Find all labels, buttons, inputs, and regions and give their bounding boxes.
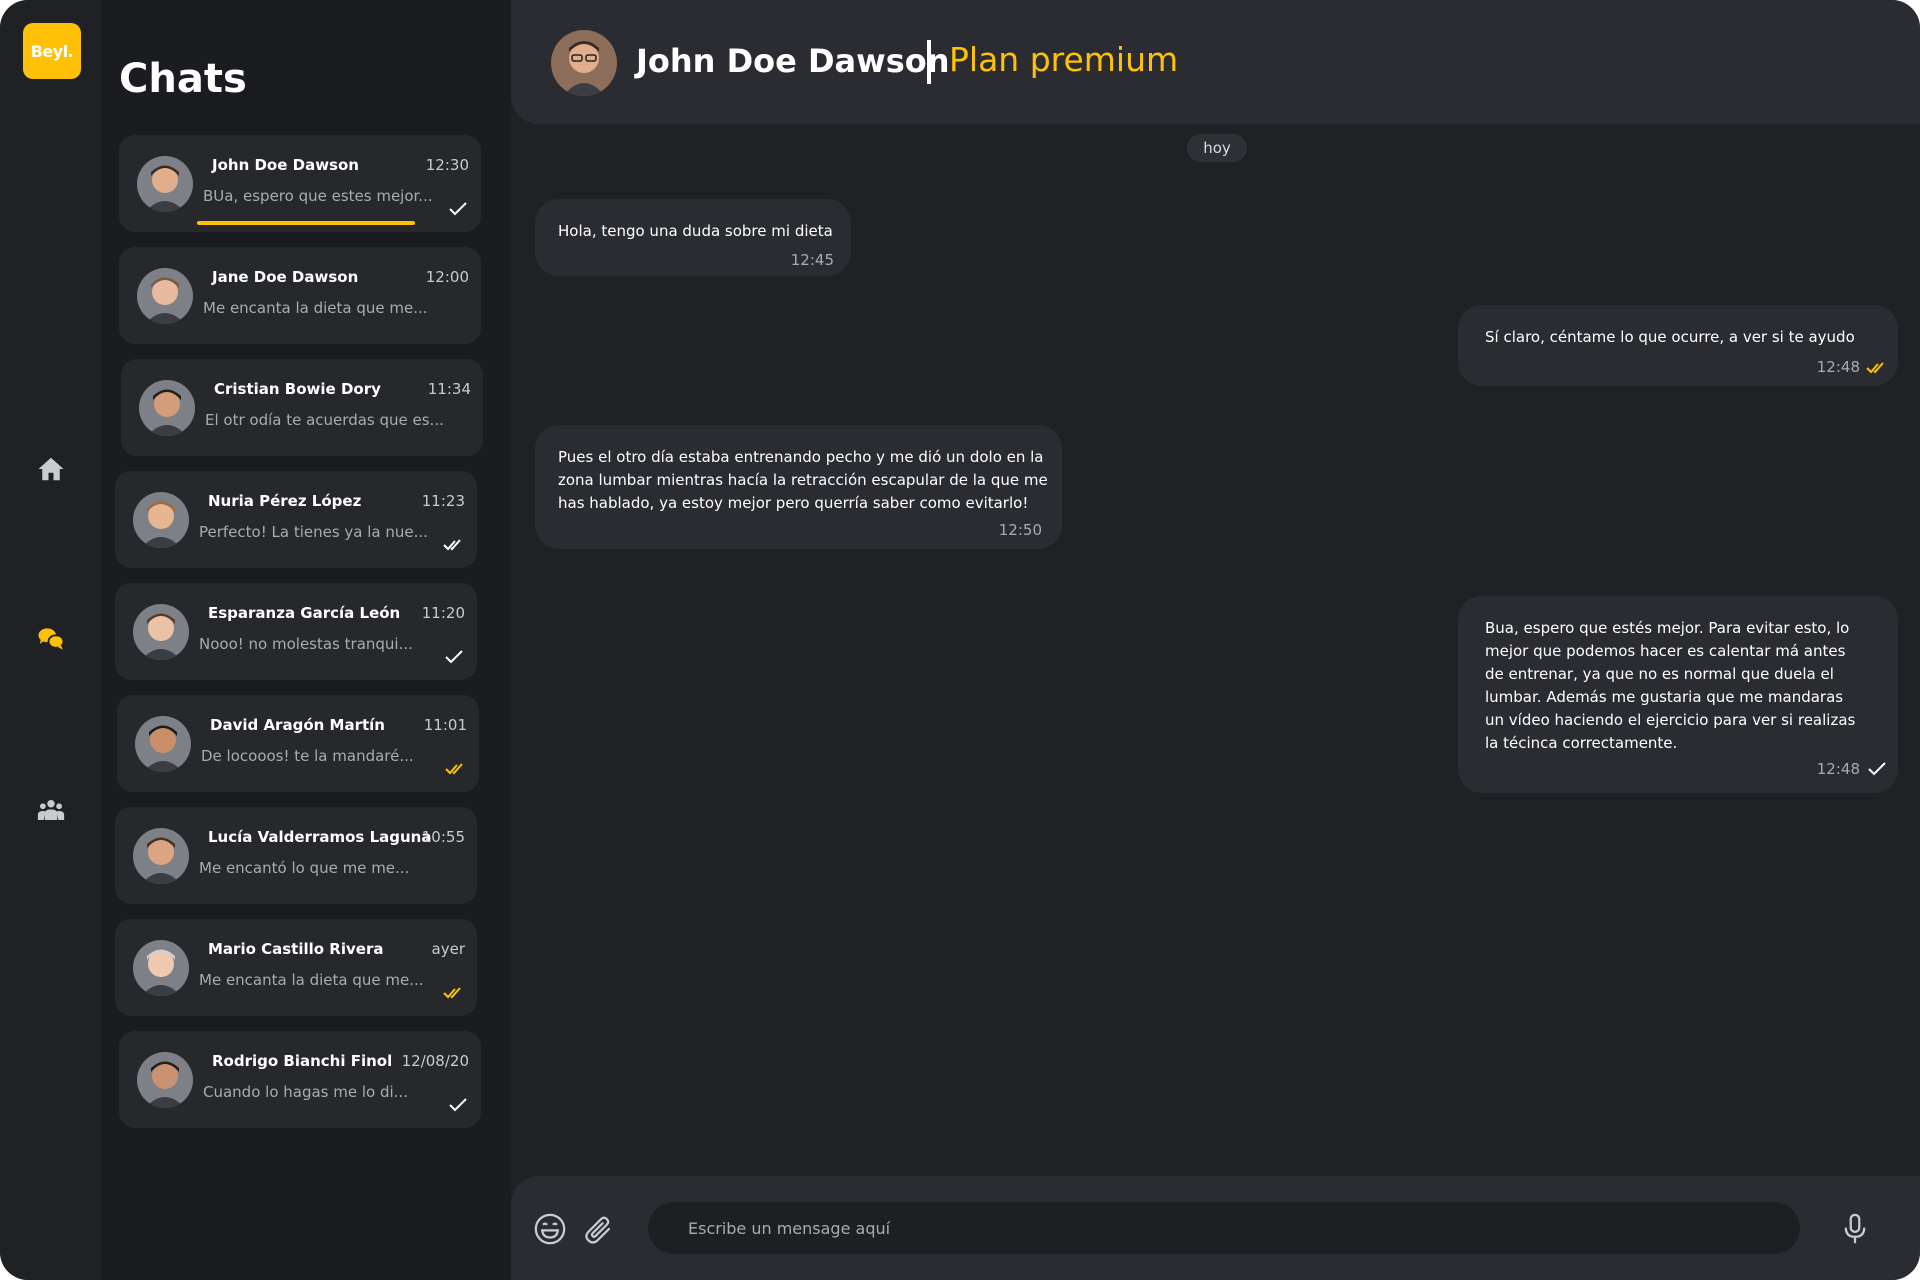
- sent-check-icon: [449, 202, 467, 216]
- chat-list-item[interactable]: Lucía Valderramos Laguna 10:55 Me encantó …: [115, 807, 477, 904]
- avatar: [133, 940, 189, 996]
- chat-contact-name: John Doe Dawson: [212, 156, 359, 174]
- chats-title: Chats: [119, 56, 247, 102]
- app-window: Beyl. Chats John Doe Dawson 12:30 BUa, e…: [0, 0, 1920, 1280]
- chat-time: 11:20: [421, 604, 465, 622]
- message-area: hoy Hola, tengo una duda sobre mi dieta …: [511, 124, 1920, 1176]
- microphone-icon[interactable]: [1838, 1212, 1872, 1246]
- message-text: Sí claro, céntame lo que ocurre, a ver s…: [1485, 328, 1855, 346]
- message-text: Bua, espero que estés mejor. Para evitar…: [1485, 619, 1856, 752]
- chat-preview: Perfecto! La tienes ya la nue...: [199, 523, 428, 541]
- chat-list-item[interactable]: Nuria Pérez López 11:23 Perfecto! La tiene…: [115, 471, 477, 568]
- day-separator: hoy: [1187, 134, 1247, 162]
- chat-preview: Cuando lo hagas me lo di...: [203, 1083, 408, 1101]
- read-double-check-icon: [445, 763, 463, 775]
- active-chat-indicator: [197, 221, 415, 225]
- chat-preview: Me encanta la dieta que me...: [199, 971, 424, 989]
- header-divider: [927, 40, 931, 84]
- avatar: [137, 268, 193, 324]
- chat-preview: Nooo! no molestas tranqui...: [199, 635, 413, 653]
- chat-contact-name: Mario Castillo Rivera: [208, 940, 384, 958]
- conversation-header: John Doe Dawson Plan premium: [511, 0, 1920, 124]
- nav-rail: Beyl.: [0, 0, 101, 1280]
- avatar: [137, 156, 193, 212]
- message-time: 12:48: [1816, 760, 1860, 778]
- message-time: 12:48: [1816, 358, 1860, 376]
- chat-preview: Me encantó lo que me me...: [199, 859, 410, 877]
- sent-check-icon: [1868, 762, 1886, 776]
- chat-preview: El otr odía te acuerdas que es...: [205, 411, 444, 429]
- read-double-check-icon: [1866, 362, 1884, 374]
- chat-time: 12:00: [425, 268, 469, 286]
- message-bubble-incoming: Pues el otro día estaba entrenando pecho…: [535, 425, 1062, 549]
- sent-check-icon: [449, 1098, 467, 1112]
- users-icon[interactable]: [34, 793, 68, 827]
- chat-preview: Me encanta la dieta que me...: [203, 299, 428, 317]
- avatar: [137, 1052, 193, 1108]
- avatar: [135, 716, 191, 772]
- message-text: Hola, tengo una duda sobre mi dieta: [558, 222, 833, 240]
- home-icon[interactable]: [34, 452, 68, 486]
- chat-time: 11:34: [427, 380, 471, 398]
- message-text: Pues el otro día estaba entrenando pecho…: [558, 448, 1048, 512]
- avatar: [139, 380, 195, 436]
- avatar: [133, 492, 189, 548]
- chat-list-item[interactable]: Esparanza García León 11:20 Nooo! no moles…: [115, 583, 477, 680]
- chat-list-item[interactable]: John Doe Dawson 12:30 BUa, espero que este…: [119, 135, 481, 232]
- contact-avatar[interactable]: [551, 30, 617, 96]
- avatar: [133, 828, 189, 884]
- avatar: [133, 604, 189, 660]
- chat-list-panel: Chats John Doe Dawson 12:30 BUa, espero qu…: [101, 0, 511, 1280]
- chat-icon[interactable]: [34, 622, 68, 656]
- app-logo[interactable]: Beyl.: [23, 23, 81, 79]
- chat-contact-name: Esparanza García León: [208, 604, 401, 622]
- chat-contact-name: Cristian Bowie Dory: [214, 380, 381, 398]
- paperclip-icon[interactable]: [582, 1212, 616, 1246]
- chat-contact-name: Nuria Pérez López: [208, 492, 362, 510]
- chat-time: ayer: [431, 940, 465, 958]
- chat-list-item[interactable]: Rodrigo Bianchi Finol 12/08/20 Cuando lo h…: [119, 1031, 481, 1128]
- chat-time: 10:55: [421, 828, 465, 846]
- chat-list-item[interactable]: Jane Doe Dawson 12:00 Me encanta la dieta …: [119, 247, 481, 344]
- message-bubble-outgoing: Sí claro, céntame lo que ocurre, a ver s…: [1458, 305, 1898, 386]
- chat-list-item[interactable]: Mario Castillo Rivera ayer Me encanta la d…: [115, 919, 477, 1016]
- chat-contact-name: Rodrigo Bianchi Finol: [212, 1052, 393, 1070]
- message-bubble-outgoing: Bua, espero que estés mejor. Para evitar…: [1458, 596, 1898, 793]
- delivered-double-check-icon: [443, 539, 461, 551]
- chat-list-item[interactable]: Cristian Bowie Dory 11:34 El otr odía te a…: [121, 359, 483, 456]
- chat-time: 12:30: [425, 156, 469, 174]
- message-bubble-incoming: Hola, tengo una duda sobre mi dieta 12:4…: [535, 199, 851, 276]
- message-composer: [511, 1176, 1920, 1280]
- message-time: 12:45: [790, 251, 834, 269]
- chat-preview: De locooos! te la mandaré...: [201, 747, 414, 765]
- plan-label: Plan premium: [949, 40, 1179, 79]
- chat-time: 11:01: [423, 716, 467, 734]
- message-input[interactable]: [648, 1202, 1800, 1254]
- read-double-check-icon: [443, 987, 461, 999]
- chat-time: 12/08/20: [401, 1052, 469, 1070]
- chat-list-item[interactable]: David Aragón Martín 11:01 De locooos! te l…: [117, 695, 479, 792]
- message-time: 12:50: [998, 521, 1042, 539]
- chat-contact-name: Jane Doe Dawson: [212, 268, 359, 286]
- contact-name: John Doe Dawson: [636, 42, 950, 80]
- emoji-icon[interactable]: [533, 1212, 567, 1246]
- chat-contact-name: Lucía Valderramos Laguna: [208, 828, 432, 846]
- chat-preview: BUa, espero que estes mejor...: [203, 187, 433, 205]
- sent-check-icon: [445, 650, 463, 664]
- chat-time: 11:23: [421, 492, 465, 510]
- chat-contact-name: David Aragón Martín: [210, 716, 385, 734]
